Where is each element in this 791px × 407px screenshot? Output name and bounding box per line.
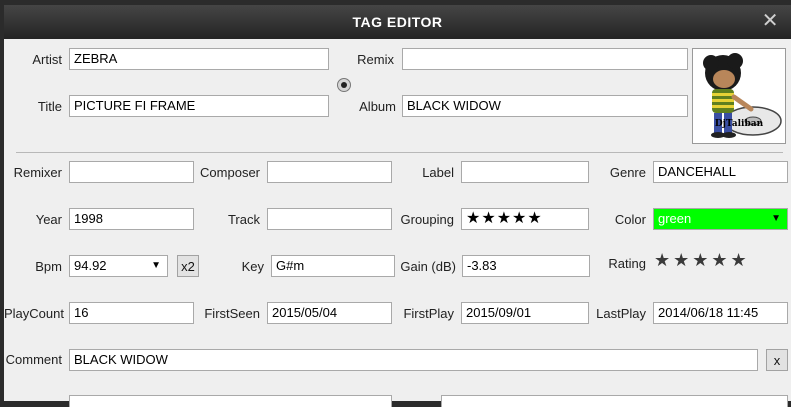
artist-field[interactable]: ZEBRA	[69, 48, 329, 70]
remix-field[interactable]	[402, 48, 688, 70]
firstseen-field[interactable]: 2015/05/04	[267, 302, 392, 324]
remixer-field[interactable]	[69, 161, 194, 183]
firstplay-field[interactable]: 2015/09/01	[461, 302, 589, 324]
track-field[interactable]	[267, 208, 392, 230]
chevron-down-icon: ▼	[771, 213, 781, 224]
title-bar: TAG EDITOR ✕	[4, 5, 791, 39]
title-label: Title	[37, 99, 62, 114]
cover-caption: DjTaliban	[714, 119, 764, 129]
remixer-label: Remixer	[13, 165, 62, 180]
genre-field[interactable]: DANCEHALL	[653, 161, 788, 183]
rating-stars[interactable]: ★★★★★	[654, 250, 750, 271]
firstseen-label: FirstSeen	[204, 306, 260, 321]
close-icon[interactable]: ✕	[762, 10, 779, 32]
playcount-label: PlayCount	[4, 306, 64, 321]
firstplay-label: FirstPlay	[403, 306, 454, 321]
label-field[interactable]	[461, 161, 589, 183]
album-label: Album	[359, 99, 396, 114]
gain-field[interactable]: -3.83	[462, 255, 590, 277]
comment-label: Comment	[5, 352, 62, 367]
genre-label: Genre	[609, 165, 646, 180]
track-label: Track	[227, 212, 260, 227]
radio-icon[interactable]	[337, 78, 351, 92]
playcount-field[interactable]: 16	[69, 302, 194, 324]
year-field[interactable]: 1998	[69, 208, 194, 230]
artist-label: Artist	[32, 52, 62, 67]
key-field[interactable]: G#m	[271, 255, 395, 277]
clear-comment-button[interactable]: x	[766, 349, 788, 371]
composer-label: Composer	[200, 165, 260, 180]
lastplay-label: LastPlay	[596, 306, 646, 321]
cover-art-image[interactable]: DjTaliban	[692, 48, 786, 144]
year-label: Year	[35, 212, 62, 227]
color-select[interactable]: green ▼	[653, 208, 788, 230]
grouping-label: Grouping	[400, 212, 454, 227]
window-title: TAG EDITOR	[352, 14, 443, 30]
bpm-double-button[interactable]: x2	[177, 255, 199, 277]
tag-editor-panel: Artist ZEBRA Remix Title PICTURE FI FRAM…	[4, 39, 791, 407]
remix-label: Remix	[357, 52, 394, 67]
grouping-field[interactable]: ★★★★★	[461, 208, 589, 230]
bpm-select[interactable]: 94.92 ▼	[69, 255, 168, 277]
chevron-down-icon: ▼	[151, 260, 161, 271]
lastplay-field[interactable]: 2014/06/18 11:45	[653, 302, 788, 324]
gain-label: Gain (dB)	[400, 259, 456, 274]
key-label: Key	[241, 259, 264, 274]
album-field[interactable]: BLACK WIDOW	[402, 95, 688, 117]
color-select-value: green	[658, 211, 692, 226]
section-divider	[16, 152, 783, 153]
label-label: Label	[422, 165, 454, 180]
color-label: Color	[614, 212, 646, 227]
extra-field-1[interactable]	[69, 395, 392, 407]
title-field[interactable]: PICTURE FI FRAME	[69, 95, 329, 117]
composer-field[interactable]	[267, 161, 392, 183]
bpm-select-value: 94.92	[74, 258, 107, 273]
comment-field[interactable]: BLACK WIDOW	[69, 349, 758, 371]
bpm-label: Bpm	[35, 259, 62, 274]
extra-field-2[interactable]	[441, 395, 788, 407]
rating-label: Rating	[608, 256, 646, 271]
